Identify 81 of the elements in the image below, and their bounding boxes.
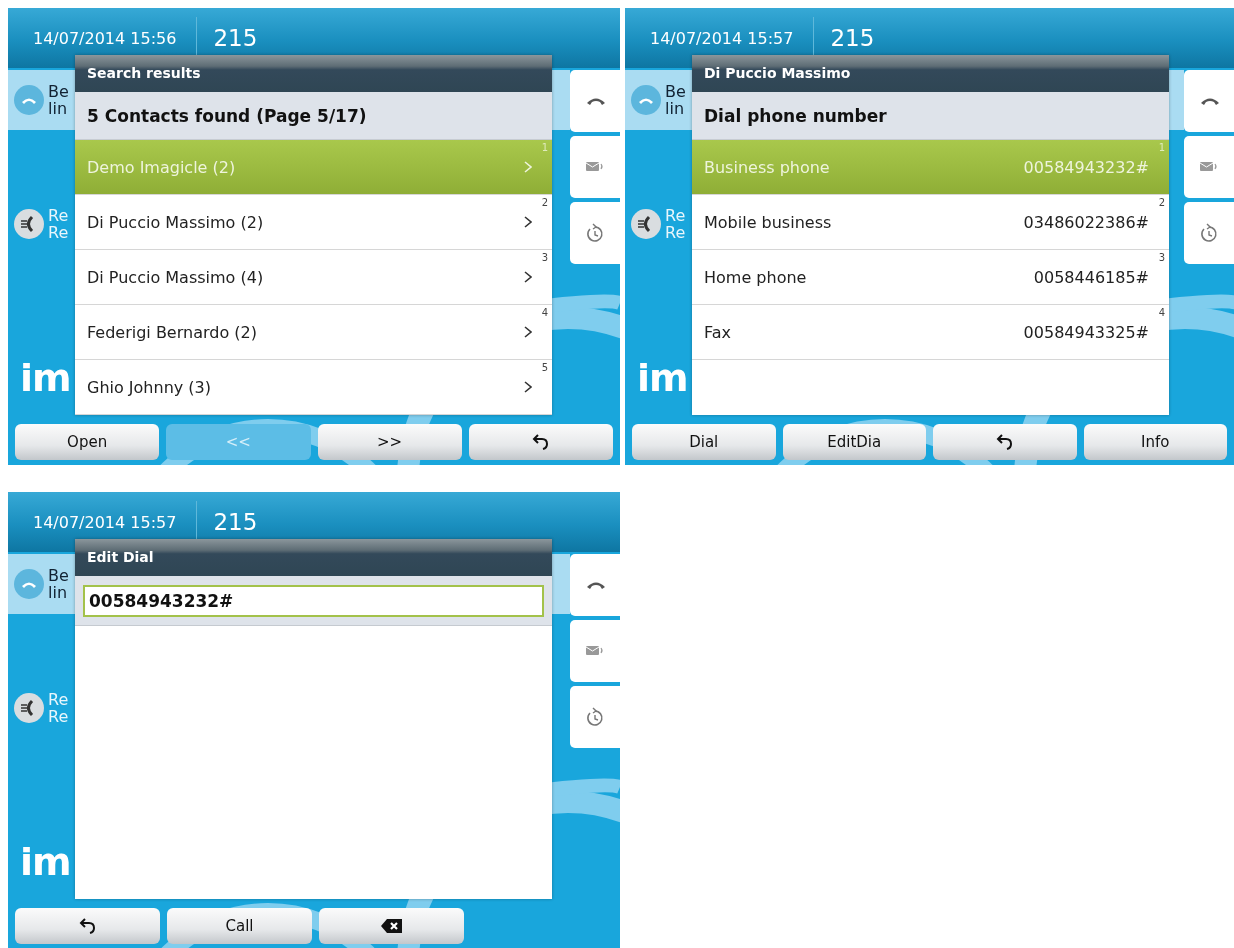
side-button[interactable] [1184,70,1234,132]
item-number: 1 [541,142,548,153]
phone-number: 00584943232# [1023,157,1149,177]
line-label: Re [48,207,69,224]
line-label: lin [48,100,69,117]
date-time: 14/07/2014 15:57 [650,28,794,48]
envelope-icon [1199,160,1219,174]
softkey-button[interactable] [319,908,464,944]
clock-icon [1199,223,1219,243]
side-button[interactable] [1184,202,1234,264]
item-number: 1 [1158,142,1165,153]
logo-text: im [637,356,688,400]
extension-number: 215 [830,25,875,51]
dialog-title: Di Puccio Massimo [692,55,1169,92]
side-button[interactable] [1184,136,1234,198]
phone-number: 00584943325# [1023,322,1149,342]
side-button[interactable] [570,202,620,264]
date-time: 14/07/2014 15:57 [33,512,177,532]
side-button[interactable] [570,70,620,132]
chevron-icon [524,216,532,228]
item-number: 5 [541,362,548,373]
handset-icon [14,693,44,723]
line-label: Re [665,224,686,241]
side-button[interactable] [570,686,620,748]
list-item[interactable]: Ghio Johnny (3) 5 [75,360,552,415]
clock-icon [585,707,605,727]
list-item[interactable]: Home phone 0058446185# 3 [692,250,1169,305]
dialog-subtitle: 5 Contacts found (Page 5/17) [75,92,552,140]
backspace-icon [380,918,403,934]
line-label: Be [48,567,69,584]
dialog-subtitle: Dial phone number [692,92,1169,140]
side-button[interactable] [570,620,620,682]
dialog-title: Edit Dial [75,539,552,576]
dialog-title: Search results [75,55,552,92]
item-number: 2 [541,197,548,208]
logo-text: im [20,356,71,400]
back-arrow-icon [531,433,550,451]
phone-number: 03486022386# [1023,212,1149,232]
item-number: 4 [1158,307,1165,318]
back-arrow-icon [78,917,97,935]
logo-text: im [20,840,71,884]
item-number: 2 [1158,197,1165,208]
softkey-button[interactable]: Info [1083,424,1227,460]
line-label: Be [665,83,686,100]
chevron-icon [524,161,532,173]
line-label: Re [665,207,686,224]
chevron-icon [524,271,532,283]
item-number: 4 [541,307,548,318]
date-time: 14/07/2014 15:56 [33,28,177,48]
input-field[interactable]: 00584943232# [83,584,544,617]
softkey-button[interactable]: Open [15,424,160,460]
envelope-icon [585,160,605,174]
envelope-icon [585,644,605,658]
item-number: 3 [1158,252,1165,263]
chevron-icon [524,326,532,338]
extension-number: 215 [213,509,258,535]
chevron-icon [524,381,532,393]
softkey-button[interactable]: >> [317,424,462,460]
line-label: lin [48,584,69,601]
side-button[interactable] [570,554,620,616]
softkey-button[interactable]: EditDia [782,424,926,460]
line-label: Be [48,83,69,100]
item-number: 3 [541,252,548,263]
list-item[interactable]: Mobile business 03486022386# 2 [692,195,1169,250]
phone-number: 0058446185# [1033,267,1149,287]
line-label: Re [48,708,69,725]
list-item[interactable]: Di Puccio Massimo (2) 2 [75,195,552,250]
extension-number: 215 [213,25,258,51]
list-item[interactable]: Federigi Bernardo (2) 4 [75,305,552,360]
list-item[interactable]: Fax 00584943325# 4 [692,305,1169,360]
softkey-button[interactable]: Call [167,908,312,944]
line-label: Re [48,224,69,241]
list-item[interactable]: Di Puccio Massimo (4) 3 [75,250,552,305]
side-button[interactable] [570,136,620,198]
line-label: lin [665,100,686,117]
line-label: Re [48,691,69,708]
softkey-button[interactable]: Dial [632,424,776,460]
handset-icon [631,209,661,239]
clock-icon [585,223,605,243]
handset-icon [14,209,44,239]
back-arrow-icon [995,433,1014,451]
